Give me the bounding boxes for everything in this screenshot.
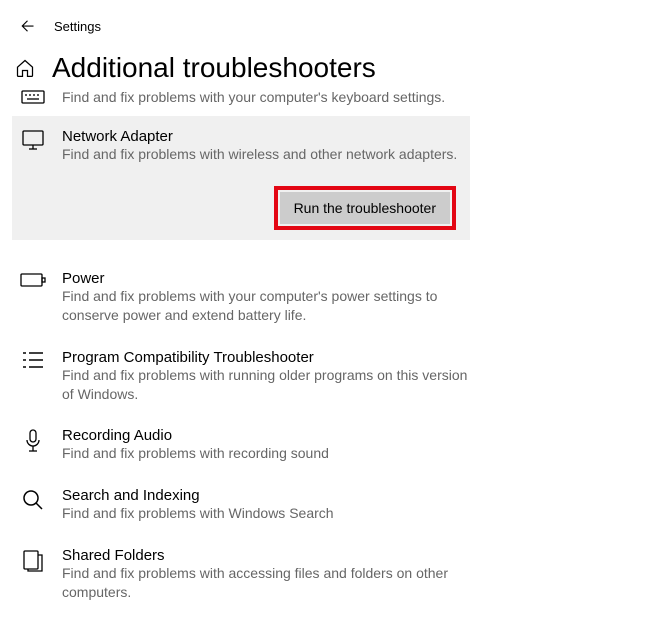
item-description: Find and fix problems with wireless and … xyxy=(62,145,458,164)
page-title: Additional troubleshooters xyxy=(52,52,376,84)
item-description: Find and fix problems with your computer… xyxy=(62,287,482,325)
keyboard-icon xyxy=(21,90,45,108)
title-bar: Settings xyxy=(0,0,654,48)
item-description: Find and fix problems with Windows Searc… xyxy=(62,504,482,523)
back-arrow-icon xyxy=(17,17,35,35)
troubleshooter-item-shared-folders[interactable]: Shared Folders Find and fix problems wit… xyxy=(12,535,642,614)
item-name: Search and Indexing xyxy=(62,487,630,504)
troubleshooter-item-recording-audio[interactable]: Recording Audio Find and fix problems wi… xyxy=(12,415,642,475)
app-title: Settings xyxy=(54,19,101,34)
battery-icon xyxy=(20,272,46,288)
home-icon[interactable] xyxy=(12,58,38,78)
search-icon xyxy=(22,489,44,511)
run-troubleshooter-button[interactable]: Run the troubleshooter xyxy=(280,192,450,224)
item-description: Find and fix problems with recording sou… xyxy=(62,444,482,463)
item-description: Find and fix problems with your computer… xyxy=(62,88,482,107)
main-content: Additional troubleshooters Find and fix … xyxy=(0,48,654,634)
back-button[interactable] xyxy=(12,12,40,40)
item-name: Network Adapter xyxy=(62,128,458,145)
troubleshooter-item-search-indexing[interactable]: Search and Indexing Find and fix problem… xyxy=(12,475,642,535)
microphone-icon xyxy=(23,429,43,455)
page-header: Additional troubleshooters xyxy=(12,48,642,84)
troubleshooter-item-network-adapter[interactable]: Network Adapter Find and fix problems wi… xyxy=(12,116,470,240)
monitor-icon xyxy=(21,130,45,152)
troubleshooter-item-power[interactable]: Power Find and fix problems with your co… xyxy=(12,258,642,337)
item-name: Program Compatibility Troubleshooter xyxy=(62,349,630,366)
item-name: Power xyxy=(62,270,630,287)
troubleshooter-item-program-compatibility[interactable]: Program Compatibility Troubleshooter Fin… xyxy=(12,337,642,416)
item-name: Shared Folders xyxy=(62,547,630,564)
item-description: Find and fix problems with running older… xyxy=(62,366,482,404)
troubleshooter-item-keyboard-partial[interactable]: Find and fix problems with your computer… xyxy=(12,84,642,116)
list-icon xyxy=(22,351,44,369)
item-name: Recording Audio xyxy=(62,427,630,444)
